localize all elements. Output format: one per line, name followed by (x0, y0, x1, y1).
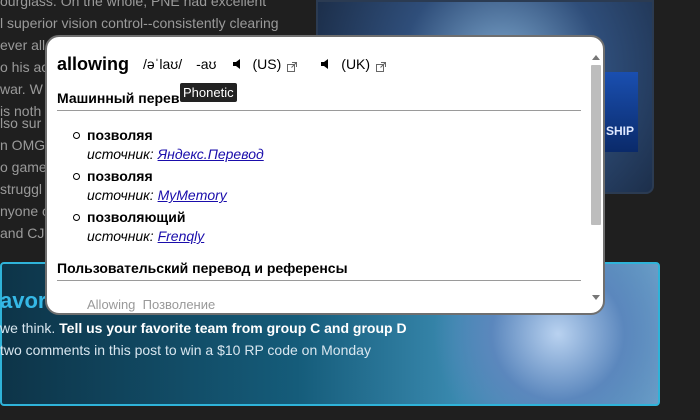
translation-item: позволяя источник: MyMemory (73, 167, 264, 205)
bullet-icon (73, 173, 80, 180)
machine-translation-title: Машинный перев (57, 90, 180, 106)
banner-text-bold: Tell us your favorite team from group C … (59, 320, 407, 336)
word-header: allowing /əˈlaʊ/ -aʊ (US) (UK) (57, 53, 408, 75)
phonetic-short[interactable]: -aʊ (196, 56, 216, 72)
article-line: nyone c (0, 203, 50, 219)
external-link-us-icon[interactable] (287, 59, 298, 72)
article-paragraph-2: lso sur n OMG o game struggl nyone c and… (0, 112, 50, 244)
banner-text-line-1: we think. Tell us your favorite team fro… (0, 320, 407, 336)
translation-text: позволяя (87, 168, 153, 184)
article-line: n OMG (0, 137, 46, 153)
bullet-icon (73, 214, 80, 221)
article-line: l superior vision control--consistently … (0, 15, 279, 31)
article-line: lso sur (0, 115, 42, 131)
source-label: источник: (87, 146, 154, 162)
phonetic-transcription[interactable]: /əˈlaʊ/ (143, 56, 182, 72)
bullet-icon (73, 132, 80, 139)
section-divider (57, 110, 581, 111)
translation-item: позволяющий источник: Frenqly (73, 208, 264, 246)
popup-content: allowing /əˈlaʊ/ -aʊ (US) (UK) Машинный … (57, 37, 585, 313)
translation-source: источник: Яндекс.Перевод (87, 144, 264, 164)
speaker-us-icon[interactable] (231, 57, 245, 71)
article-line: struggl (0, 181, 43, 197)
speaker-uk-icon[interactable] (319, 57, 333, 71)
translation-source: источник: MyMemory (87, 185, 264, 205)
scroll-up-arrow-icon[interactable] (592, 55, 600, 60)
section-divider (57, 280, 581, 281)
headword: allowing (57, 53, 129, 74)
translation-source: источник: Frenqly (87, 226, 264, 246)
translation-text: позволяя (87, 127, 153, 143)
user-translation-entry: Allowing Позволение (87, 297, 216, 312)
source-link-mymemory[interactable]: MyMemory (158, 187, 227, 203)
banner-text-prefix: we think. (0, 320, 60, 336)
source-link-yandex[interactable]: Яндекс.Перевод (158, 146, 264, 162)
banner-title: avor (0, 288, 47, 313)
article-line: and CJ (0, 225, 45, 241)
article-line: o game (0, 159, 47, 175)
phonetic-tooltip: Phonetic (180, 83, 237, 102)
popup-scrollbar[interactable] (591, 55, 601, 300)
translation-list: позволяя источник: Яндекс.Перевод позвол… (73, 126, 264, 249)
translation-text: позволяющий (87, 209, 186, 225)
pronunciation-uk-label[interactable]: (UK) (341, 56, 370, 72)
pronunciation-us-label[interactable]: (US) (253, 56, 282, 72)
user-translation-title: Пользовательский перевод и референсы (57, 260, 348, 276)
source-link-frenqly[interactable]: Frenqly (158, 228, 205, 244)
external-link-uk-icon[interactable] (376, 59, 387, 72)
source-label: источник: (87, 187, 154, 203)
source-label: источник: (87, 228, 154, 244)
article-line: ourglass. On the whole, PNE had excellen… (0, 0, 267, 9)
scroll-down-arrow-icon[interactable] (592, 295, 600, 300)
dictionary-popup: allowing /əˈlaʊ/ -aʊ (US) (UK) Машинный … (45, 35, 605, 315)
scrollbar-thumb[interactable] (591, 65, 601, 225)
translation-item: позволяя источник: Яндекс.Перевод (73, 126, 264, 164)
banner-text-line-2: two comments in this post to win a $10 R… (0, 342, 371, 358)
